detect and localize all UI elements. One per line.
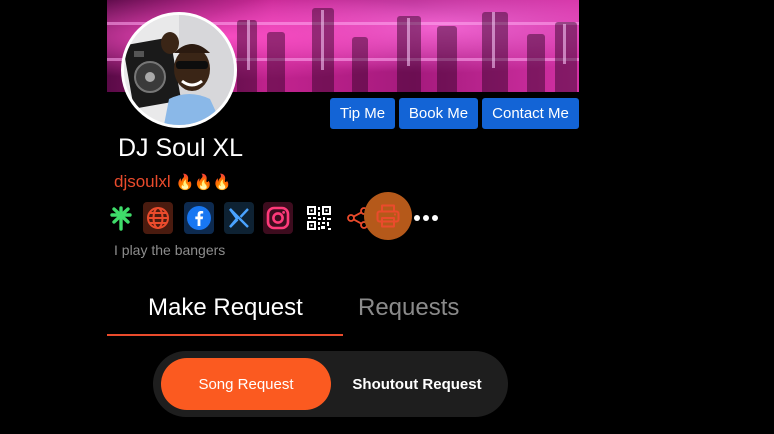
book-me-button[interactable]: Book Me [399, 98, 478, 129]
x-icon[interactable] [224, 202, 254, 234]
fire-emoji: 🔥🔥🔥 [175, 174, 232, 191]
instagram-icon[interactable] [263, 202, 293, 234]
shoutout-request-button[interactable]: Shoutout Request [333, 358, 501, 410]
linktree-icon[interactable] [106, 202, 136, 234]
contact-me-button[interactable]: Contact Me [482, 98, 579, 129]
profile-handle-row[interactable]: djsoulxl 🔥🔥🔥 [114, 172, 231, 192]
print-icon[interactable] [364, 192, 412, 240]
avatar-photo [124, 15, 234, 125]
tip-me-button[interactable]: Tip Me [330, 98, 395, 129]
qr-code-icon[interactable] [304, 202, 334, 234]
active-tab-indicator [107, 334, 343, 336]
avatar[interactable] [121, 12, 237, 128]
facebook-icon[interactable] [184, 202, 214, 234]
profile-handle[interactable]: djsoulxl [114, 172, 171, 191]
tab-make-request[interactable]: Make Request [148, 294, 303, 322]
profile-bio: I play the bangers [114, 242, 226, 258]
tab-requests[interactable]: Requests [358, 294, 459, 322]
more-icon[interactable] [413, 202, 439, 234]
song-request-button[interactable]: Song Request [161, 358, 331, 410]
globe-icon[interactable] [143, 202, 173, 234]
profile-name: DJ Soul XL [118, 134, 244, 162]
request-type-toggle: Song Request Shoutout Request [153, 351, 508, 417]
